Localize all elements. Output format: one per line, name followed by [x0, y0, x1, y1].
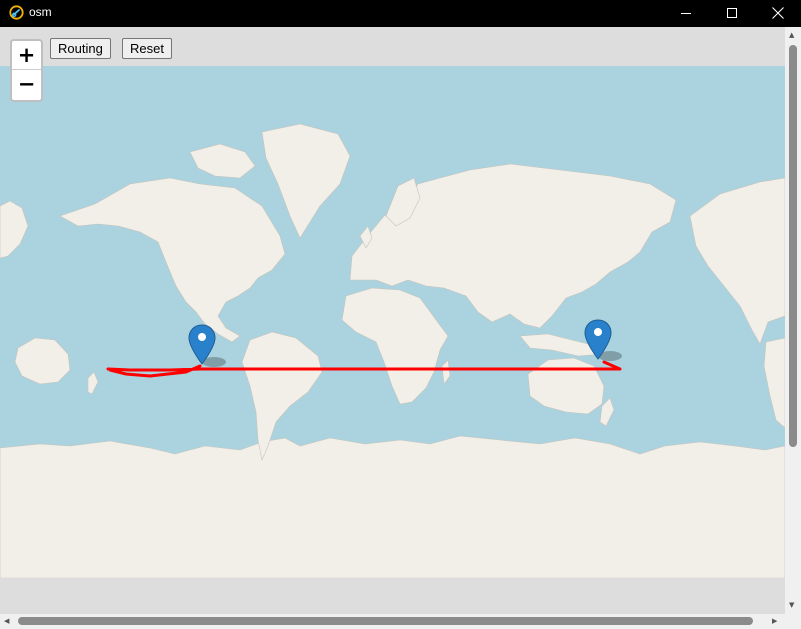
scroll-right-icon[interactable]: ▶	[772, 617, 777, 625]
window-title: osm	[29, 5, 52, 19]
close-button[interactable]	[755, 0, 801, 27]
link-icon	[9, 5, 24, 20]
app-window: osm + − Routing Reset ▲ ▼ ◀ ▶	[0, 0, 801, 629]
zoom-out-button[interactable]: −	[12, 70, 41, 99]
world-map	[0, 66, 785, 578]
map-page: + − Routing Reset	[0, 27, 785, 614]
scroll-up-icon[interactable]: ▲	[789, 31, 794, 39]
scroll-left-icon[interactable]: ◀	[4, 617, 9, 625]
reset-button[interactable]: Reset	[122, 38, 172, 59]
routing-button[interactable]: Routing	[50, 38, 111, 59]
maximize-button[interactable]	[709, 0, 755, 27]
minimize-icon	[681, 13, 691, 14]
title-bar: osm	[0, 0, 801, 27]
antarctica	[0, 435, 785, 578]
zoom-control: + −	[10, 39, 43, 102]
horizontal-scrollbar[interactable]: ◀ ▶	[0, 614, 785, 629]
minimize-button[interactable]	[663, 0, 709, 27]
map-canvas[interactable]	[0, 66, 785, 578]
zoom-in-button[interactable]: +	[12, 41, 41, 70]
vertical-scrollbar[interactable]: ▲ ▼	[785, 27, 801, 614]
scroll-down-icon[interactable]: ▼	[789, 601, 794, 609]
vertical-scroll-thumb[interactable]	[789, 45, 797, 447]
scrollbar-corner	[785, 614, 801, 629]
horizontal-scroll-thumb[interactable]	[18, 617, 753, 625]
close-icon	[772, 7, 784, 19]
maximize-icon	[727, 8, 737, 18]
